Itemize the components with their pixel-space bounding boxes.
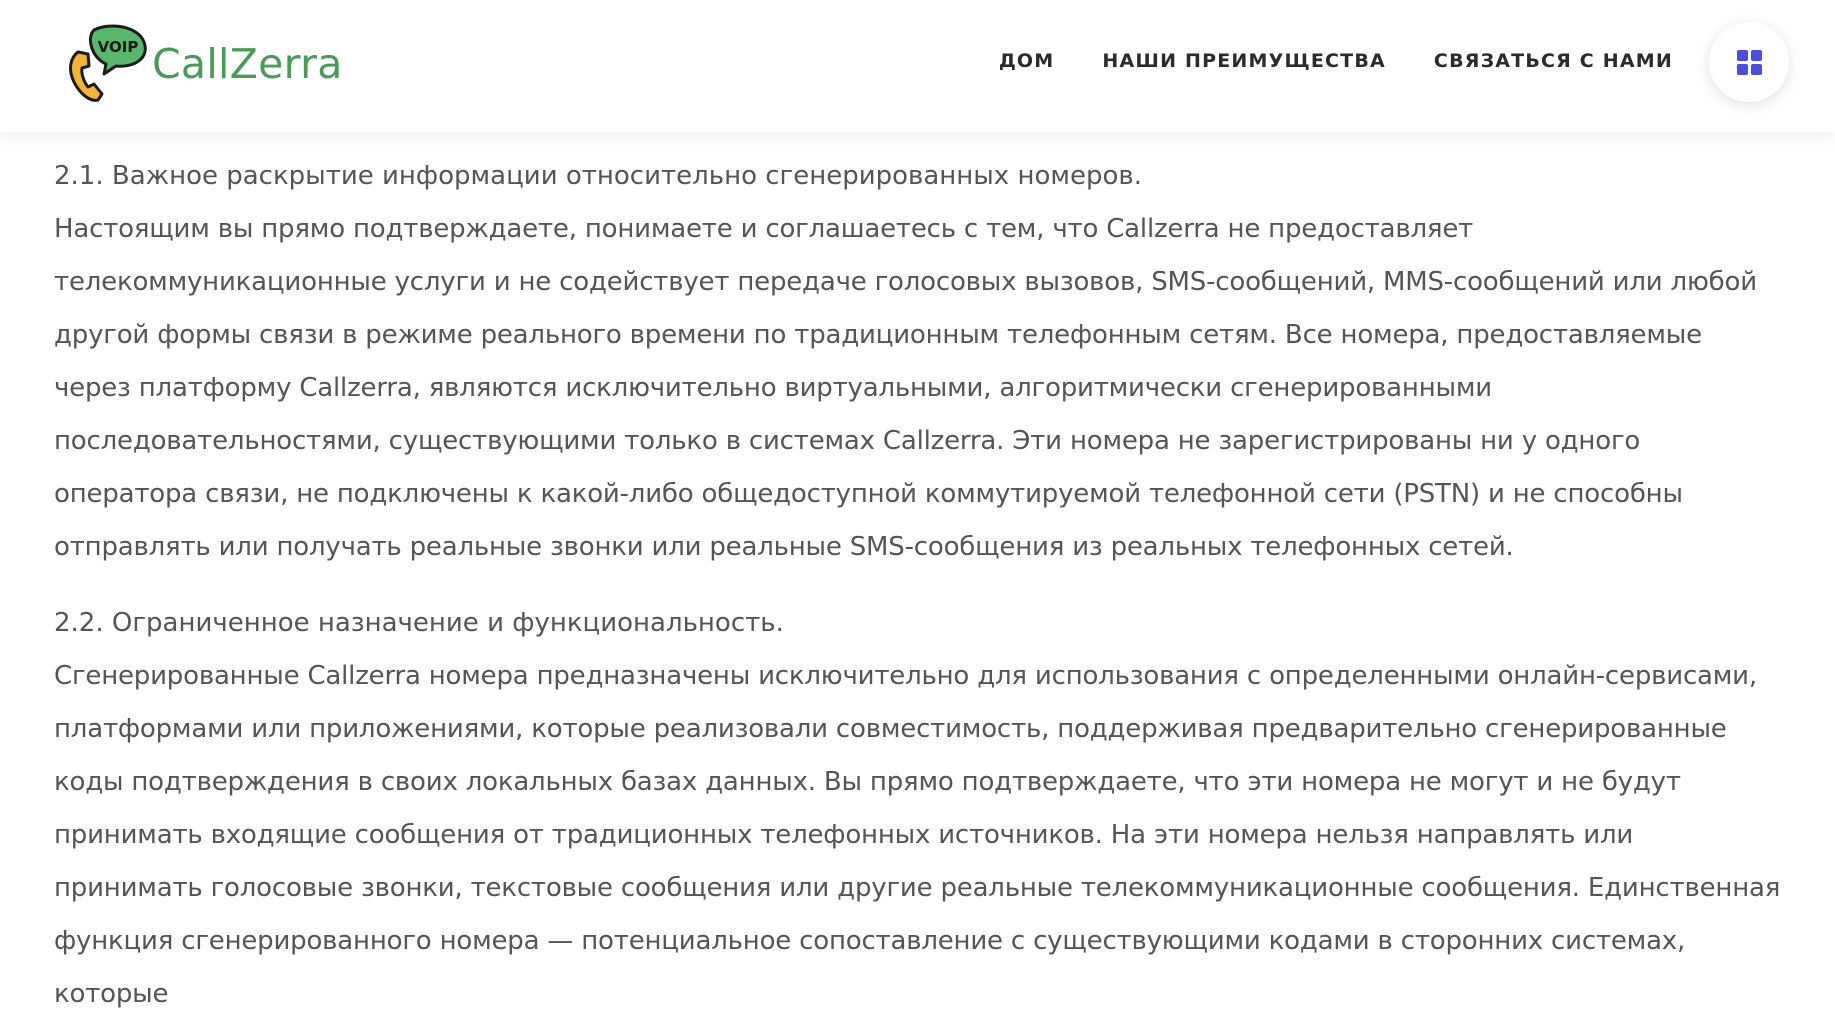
section-2-1: 2.1. Важное раскрытие информации относит… <box>54 150 1784 574</box>
nav-item-advantages[interactable]: НАШИ ПРЕИМУЩЕСТВА <box>1102 46 1386 76</box>
nav-item-contact[interactable]: СВЯЗАТЬСЯ С НАМИ <box>1434 46 1673 76</box>
section-body: Настоящим вы прямо подтверждаете, понима… <box>54 214 1757 562</box>
nav-item-home[interactable]: ДОМ <box>999 46 1055 76</box>
terms-content: 2.1. Важное раскрытие информации относит… <box>54 150 1784 1021</box>
voip-phone-icon: VOIP <box>64 24 148 104</box>
section-2-2: 2.2. Ограниченное назначение и функциона… <box>54 597 1784 1021</box>
section-heading: 2.2. Ограниченное назначение и функциона… <box>54 608 784 638</box>
main-nav: ДОМ НАШИ ПРЕИМУЩЕСТВА СВЯЗАТЬСЯ С НАМИ <box>999 46 1673 76</box>
voip-badge: VOIP <box>98 38 139 56</box>
grid-icon <box>1736 49 1762 75</box>
site-header: VOIP CallZerra ДОМ НАШИ ПРЕИМУЩЕСТВА СВЯ… <box>0 0 1835 132</box>
brand-name: CallZerra <box>152 40 343 88</box>
menu-button[interactable] <box>1709 22 1789 102</box>
section-body: Сгенерированные Callzerra номера предназ… <box>54 661 1781 1009</box>
section-heading: 2.1. Важное раскрытие информации относит… <box>54 161 1142 191</box>
brand-logo[interactable]: VOIP CallZerra <box>64 24 343 104</box>
